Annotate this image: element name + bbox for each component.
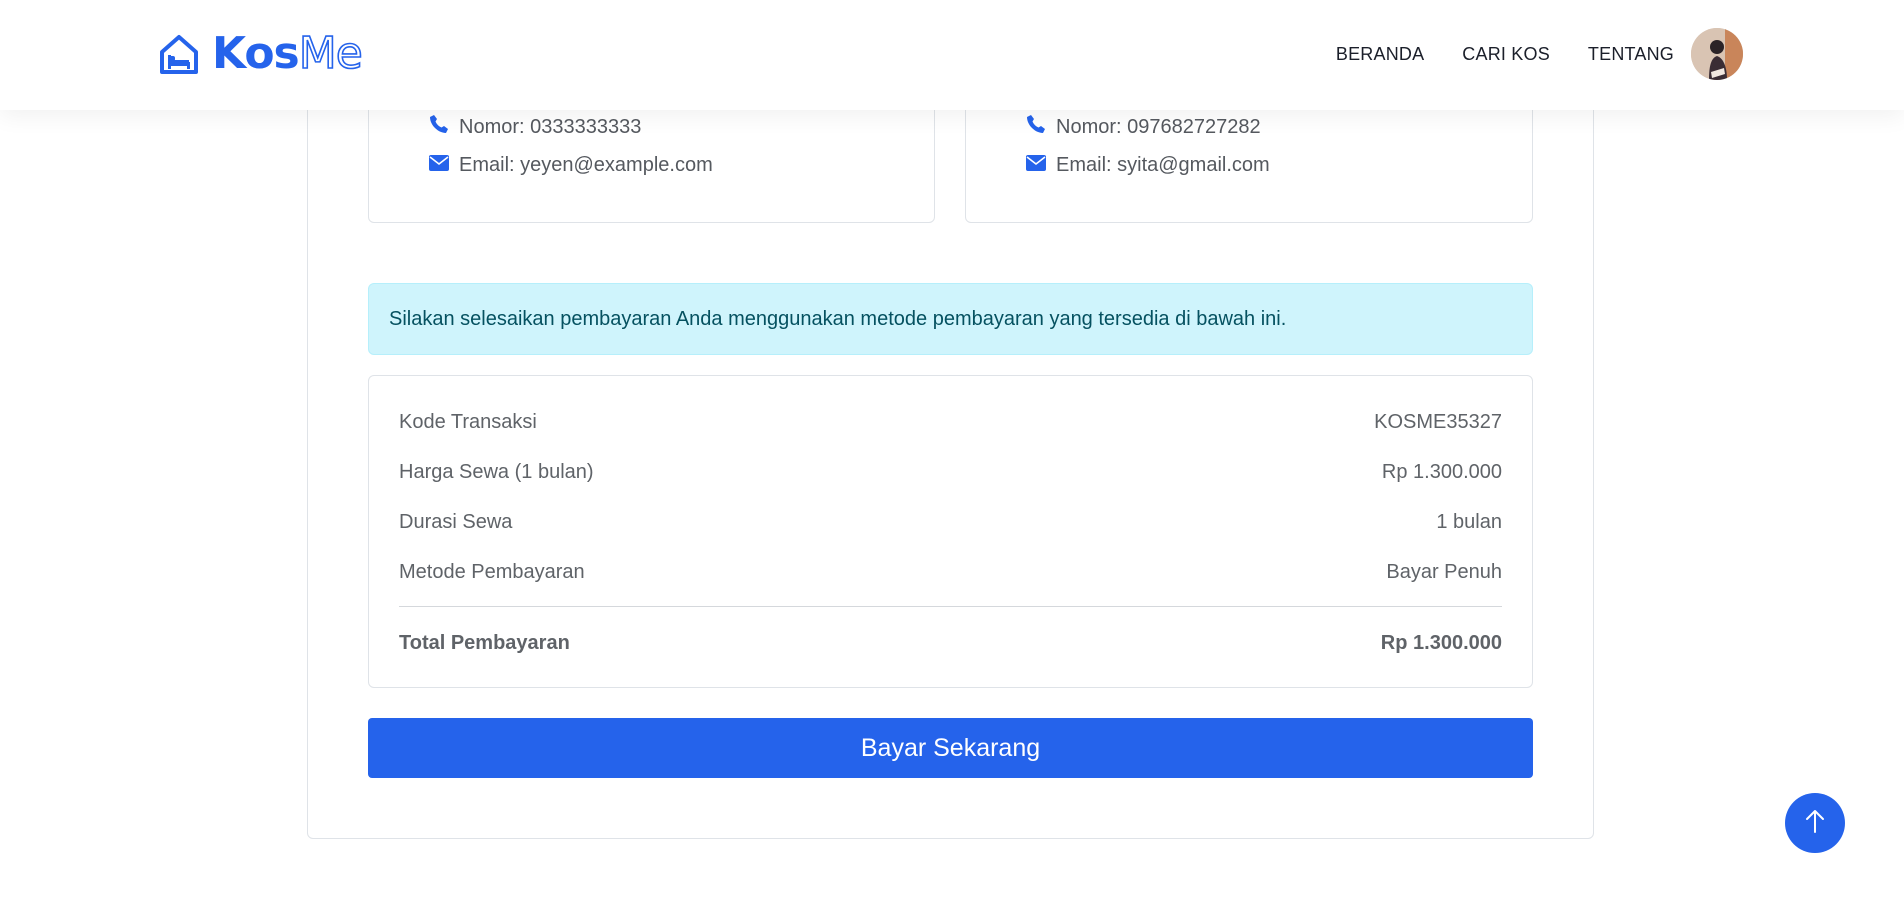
summary-divider — [399, 606, 1502, 607]
summary-row-rent-price: Harga Sewa (1 bulan) Rp 1.300.000 — [399, 461, 1502, 484]
summary-value: Bayar Penuh — [1386, 561, 1502, 583]
brand-name-kos: Kos — [212, 28, 300, 79]
summary-label: Metode Pembayaran — [399, 561, 585, 583]
summary-row-total: Total Pembayaran Rp 1.300.000 — [399, 632, 1502, 655]
brand-name-me: Me — [298, 28, 364, 79]
contact-phone: Nomor: 0333333333 — [429, 114, 641, 140]
summary-value: KOSME35327 — [1374, 411, 1502, 433]
brand-logo[interactable]: Kos Me — [158, 28, 364, 79]
summary-value: 1 bulan — [1436, 511, 1502, 533]
total-label: Total Pembayaran — [399, 632, 570, 654]
contact-email: Email: syita@gmail.com — [1026, 154, 1270, 177]
payment-summary: Kode Transaksi KOSME35327 Harga Sewa (1 … — [368, 375, 1533, 688]
email-text: Email: yeyen@example.com — [459, 154, 713, 176]
email-text: Email: syita@gmail.com — [1056, 154, 1270, 176]
phone-icon — [1026, 114, 1056, 140]
envelope-icon — [429, 154, 459, 177]
top-navbar: Kos Me BERANDA CARI KOS TENTANG — [0, 0, 1904, 110]
scroll-to-top-button[interactable] — [1785, 793, 1845, 853]
phone-icon — [429, 114, 459, 140]
summary-value: Rp 1.300.000 — [1381, 461, 1502, 483]
nav-link-cari-kos[interactable]: CARI KOS — [1462, 44, 1550, 65]
contact-phone: Nomor: 097682727282 — [1026, 114, 1261, 140]
contact-email: Email: yeyen@example.com — [429, 154, 713, 177]
user-avatar[interactable] — [1691, 28, 1743, 80]
summary-row-payment-method: Metode Pembayaran Bayar Penuh — [399, 561, 1502, 584]
total-value: Rp 1.300.000 — [1380, 632, 1502, 654]
summary-label: Kode Transaksi — [399, 411, 537, 433]
phone-text: Nomor: 097682727282 — [1056, 115, 1261, 138]
summary-row-duration: Durasi Sewa 1 bulan — [399, 511, 1502, 534]
brand-name: Kos Me — [212, 28, 364, 79]
pay-now-button[interactable]: Bayar Sekarang — [368, 718, 1533, 778]
summary-label: Harga Sewa (1 bulan) — [399, 461, 594, 483]
summary-label: Durasi Sewa — [399, 511, 513, 533]
house-bed-icon — [158, 33, 200, 75]
payment-info-alert: Silakan selesaikan pembayaran Anda mengg… — [368, 283, 1533, 355]
summary-row-transaction-code: Kode Transaksi KOSME35327 — [399, 411, 1502, 434]
nav-link-beranda[interactable]: BERANDA — [1336, 44, 1424, 65]
nav-links: BERANDA CARI KOS TENTANG — [1336, 0, 1674, 108]
nav-link-tentang[interactable]: TENTANG — [1588, 44, 1674, 65]
phone-text: Nomor: 0333333333 — [459, 115, 642, 138]
arrow-up-icon — [1804, 808, 1826, 839]
envelope-icon — [1026, 154, 1056, 177]
